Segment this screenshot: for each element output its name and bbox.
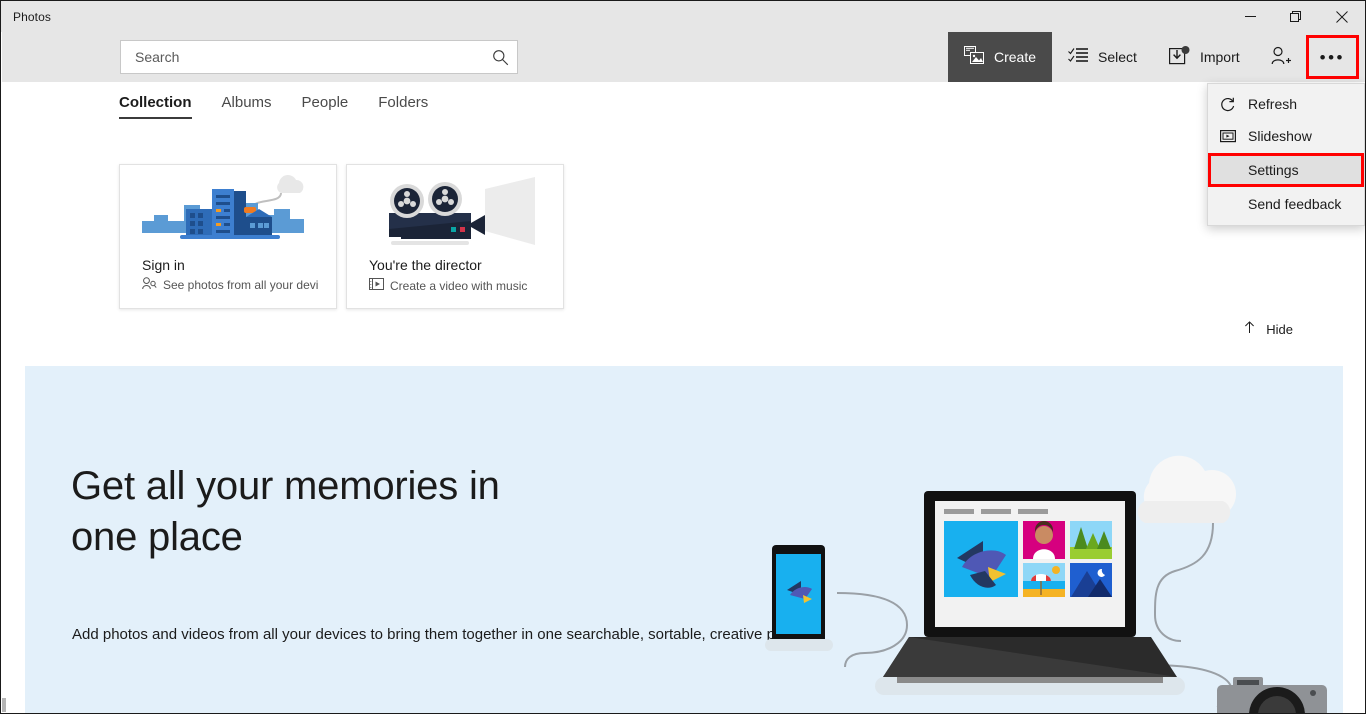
banner-body: Add photos and videos from all your devi… <box>72 624 807 647</box>
hide-label: Hide <box>1266 321 1293 337</box>
select-button[interactable]: Select <box>1052 32 1153 82</box>
window-controls <box>1227 1 1365 32</box>
tab-albums-label: Albums <box>221 94 272 111</box>
scrollbar-corner[interactable] <box>2 698 6 712</box>
menu-item-send-feedback-label: Send feedback <box>1248 196 1342 212</box>
movie-projector-illustration <box>347 165 563 253</box>
photos-app-window: Photos Search Create Select Import ••• C… <box>0 0 1366 714</box>
banner-heading-line1: Get all your memories in <box>71 464 500 508</box>
restore-button[interactable] <box>1273 1 1319 32</box>
more-options-menu: Refresh Slideshow Settings Send feedback <box>1207 83 1365 226</box>
tab-folders[interactable]: Folders <box>378 94 428 119</box>
devices-cloud-illustration <box>757 415 1343 713</box>
director-card-title: You're the director <box>369 257 482 273</box>
slideshow-icon <box>1220 129 1248 143</box>
title-bar: Photos <box>1 1 1365 32</box>
menu-item-settings[interactable]: Settings <box>1208 153 1364 187</box>
people-icon <box>142 277 157 293</box>
banner-heading-line2: one place <box>71 515 243 560</box>
menu-item-refresh[interactable]: Refresh <box>1208 88 1364 120</box>
import-download-icon <box>1168 45 1191 69</box>
banner-heading: Get all your memories in one place <box>71 461 500 563</box>
create-label: Create <box>994 49 1037 65</box>
more-ellipsis-icon: ••• <box>1319 47 1345 67</box>
menu-item-slideshow[interactable]: Slideshow <box>1208 120 1364 152</box>
menu-item-slideshow-label: Slideshow <box>1248 128 1312 144</box>
search-input[interactable] <box>121 49 483 65</box>
collection-tabs: Collection Albums People Folders <box>119 94 428 119</box>
import-button[interactable]: Import <box>1153 32 1256 82</box>
add-person-button[interactable] <box>1256 32 1306 82</box>
sign-in-card-subtitle-row: See photos from all your devi <box>142 277 330 293</box>
tab-folders-label: Folders <box>378 94 429 111</box>
city-cloud-illustration <box>120 165 336 253</box>
director-card[interactable]: You're the director Create a video with … <box>346 164 564 309</box>
app-title: Photos <box>13 9 51 24</box>
command-bar-items: Create Select Import ••• <box>948 32 1363 82</box>
tab-collection-label: Collection <box>119 94 192 111</box>
select-label: Select <box>1098 49 1137 65</box>
import-label: Import <box>1199 49 1240 65</box>
menu-item-settings-label: Settings <box>1248 162 1299 178</box>
close-icon <box>1336 10 1348 23</box>
sign-in-card-title: Sign in <box>142 257 185 273</box>
tab-people[interactable]: People <box>302 94 349 119</box>
create-button[interactable]: Create <box>948 32 1053 82</box>
director-card-subtitle: Create a video with music <box>390 278 528 293</box>
menu-item-send-feedback[interactable]: Send feedback <box>1208 188 1364 220</box>
refresh-icon <box>1220 96 1248 112</box>
menu-item-refresh-label: Refresh <box>1248 96 1298 112</box>
close-button[interactable] <box>1319 1 1365 32</box>
banner-body-text: Add photos and videos from all your devi… <box>72 626 807 643</box>
more-options-button[interactable]: ••• <box>1305 35 1359 79</box>
search-box[interactable] <box>120 40 518 74</box>
restore-icon <box>1290 10 1301 22</box>
create-photo-icon <box>964 46 985 68</box>
add-person-icon <box>1270 46 1292 69</box>
command-bar: Create Select <box>2 32 1365 82</box>
tab-people-label: People <box>301 94 349 111</box>
tab-albums[interactable]: Albums <box>222 94 272 119</box>
sign-in-card[interactable]: Sign in See photos from all your devi <box>119 164 337 309</box>
select-checklist-icon <box>1068 47 1089 67</box>
minimize-icon <box>1244 16 1256 17</box>
director-card-subtitle-row: Create a video with music <box>369 277 557 294</box>
video-editor-icon <box>369 277 384 294</box>
hide-button[interactable]: Hide <box>1237 317 1299 341</box>
minimize-button[interactable] <box>1227 1 1273 32</box>
tab-collection[interactable]: Collection <box>119 94 192 119</box>
promo-cards: Sign in See photos from all your devi Yo… <box>119 164 564 309</box>
arrow-up-icon <box>1243 321 1256 337</box>
get-memories-banner: Get all your memories in one place Add p… <box>25 366 1343 713</box>
sign-in-card-subtitle: See photos from all your devi <box>163 278 319 292</box>
search-icon[interactable] <box>483 49 517 66</box>
